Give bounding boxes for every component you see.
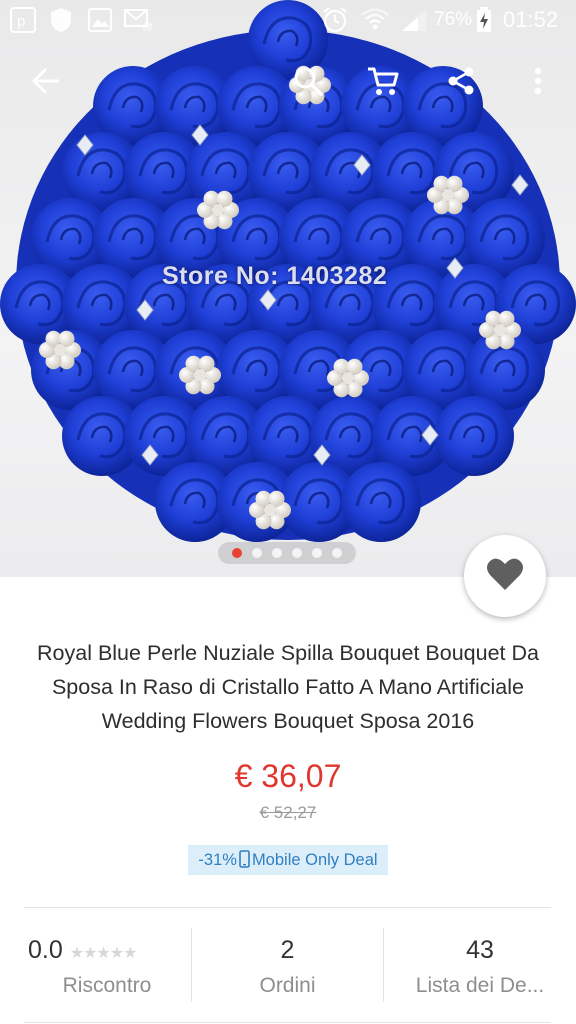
signal-icon bbox=[400, 8, 428, 38]
battery-charging-icon bbox=[476, 7, 492, 39]
product-stats: 0.0 ★★★★★ Riscontro 2 Ordini 43 Lista de… bbox=[0, 908, 576, 1024]
deal-label: Mobile Only Deal bbox=[251, 850, 378, 869]
mail-icon: @ bbox=[124, 7, 153, 37]
battery-percent: 76% bbox=[434, 9, 473, 30]
pager-dot[interactable] bbox=[252, 548, 262, 558]
svg-text:p: p bbox=[17, 13, 25, 30]
more-options-button[interactable] bbox=[510, 52, 566, 114]
p-app-icon: p bbox=[10, 7, 36, 39]
wishlist-count: 43 bbox=[466, 936, 494, 964]
rating-stars: ★★★★★ bbox=[69, 945, 138, 962]
mobile-deal-badge: -31% Mobile Only Deal bbox=[188, 845, 388, 875]
status-bar: p @ 76% 01:52 bbox=[0, 0, 576, 40]
back-button[interactable] bbox=[18, 52, 74, 114]
pager-dot[interactable] bbox=[272, 548, 282, 558]
rating-stat[interactable]: 0.0 ★★★★★ Riscontro bbox=[24, 908, 190, 1022]
orders-stat[interactable]: 2 Ordini bbox=[192, 908, 383, 1022]
search-icon bbox=[292, 65, 324, 102]
alarm-icon bbox=[321, 6, 349, 40]
share-icon bbox=[446, 66, 476, 101]
wishlist-stat[interactable]: 43 Lista dei De... bbox=[384, 908, 576, 1022]
pager-dot[interactable] bbox=[332, 548, 342, 558]
store-watermark: Store No: 1403282 bbox=[162, 262, 388, 290]
pager-dot[interactable] bbox=[232, 548, 242, 558]
wishlist-label: Lista dei De... bbox=[415, 974, 545, 997]
more-vert-icon bbox=[533, 66, 543, 101]
orders-count: 2 bbox=[280, 936, 295, 964]
share-button[interactable] bbox=[433, 52, 489, 114]
rating-value: 0.0 bbox=[28, 936, 63, 964]
stats-divider-bottom bbox=[24, 1022, 551, 1023]
cart-icon bbox=[366, 65, 400, 102]
pager-dot[interactable] bbox=[292, 548, 302, 558]
product-title: Royal Blue Perle Nuziale Spilla Bouquet … bbox=[37, 641, 539, 733]
svg-text:@: @ bbox=[142, 21, 152, 31]
wifi-icon bbox=[360, 6, 390, 38]
gallery-icon bbox=[88, 8, 112, 38]
image-pager[interactable] bbox=[218, 542, 356, 564]
favorite-button[interactable] bbox=[464, 535, 546, 617]
discount-percent: -31% bbox=[198, 850, 237, 869]
search-button[interactable] bbox=[280, 52, 336, 114]
orders-label: Ordini bbox=[259, 974, 316, 997]
shield-icon bbox=[49, 6, 73, 40]
product-price: € 36,07 bbox=[234, 758, 342, 794]
top-action-bar bbox=[0, 52, 576, 114]
rating-label: Riscontro bbox=[62, 974, 152, 997]
mobile-phone-icon bbox=[239, 849, 250, 871]
original-price: € 52,27 bbox=[259, 803, 317, 822]
cart-button[interactable] bbox=[355, 52, 411, 114]
clock: 01:52 bbox=[503, 7, 559, 32]
heart-icon bbox=[486, 557, 524, 596]
pager-dot[interactable] bbox=[312, 548, 322, 558]
back-arrow-icon bbox=[31, 66, 61, 101]
